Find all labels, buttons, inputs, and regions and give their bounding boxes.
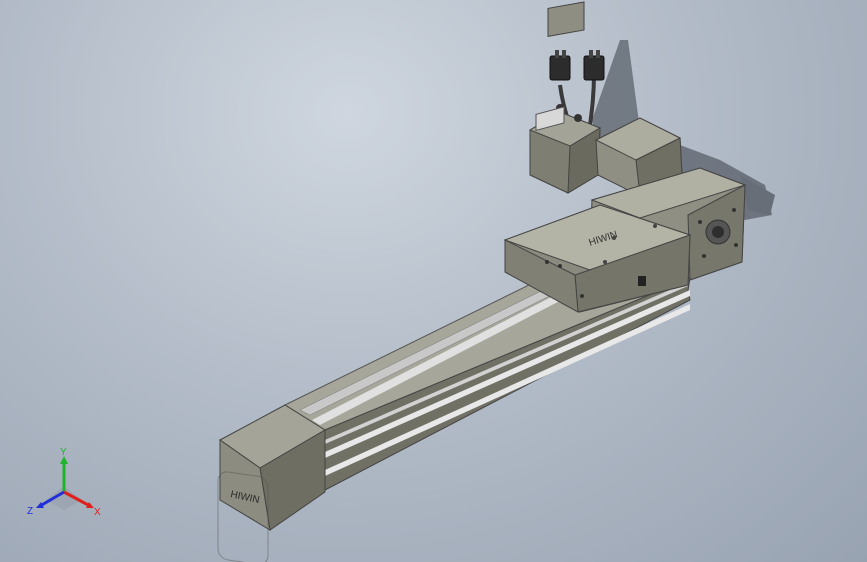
idle-end-cap[interactable]: HIWIN [217, 404, 326, 562]
3d-viewport[interactable]: HIWIN HIWIN Y X Z [0, 0, 867, 562]
x-axis-label: X [94, 507, 101, 518]
sensor-block [638, 276, 646, 286]
y-axis-label: Y [60, 448, 67, 458]
connector-left [549, 55, 571, 81]
axis-triad: Y X Z [27, 448, 101, 518]
model-canvas[interactable]: HIWIN HIWIN [0, 0, 867, 562]
connector-right [583, 55, 605, 81]
z-axis-label: Z [27, 506, 33, 517]
